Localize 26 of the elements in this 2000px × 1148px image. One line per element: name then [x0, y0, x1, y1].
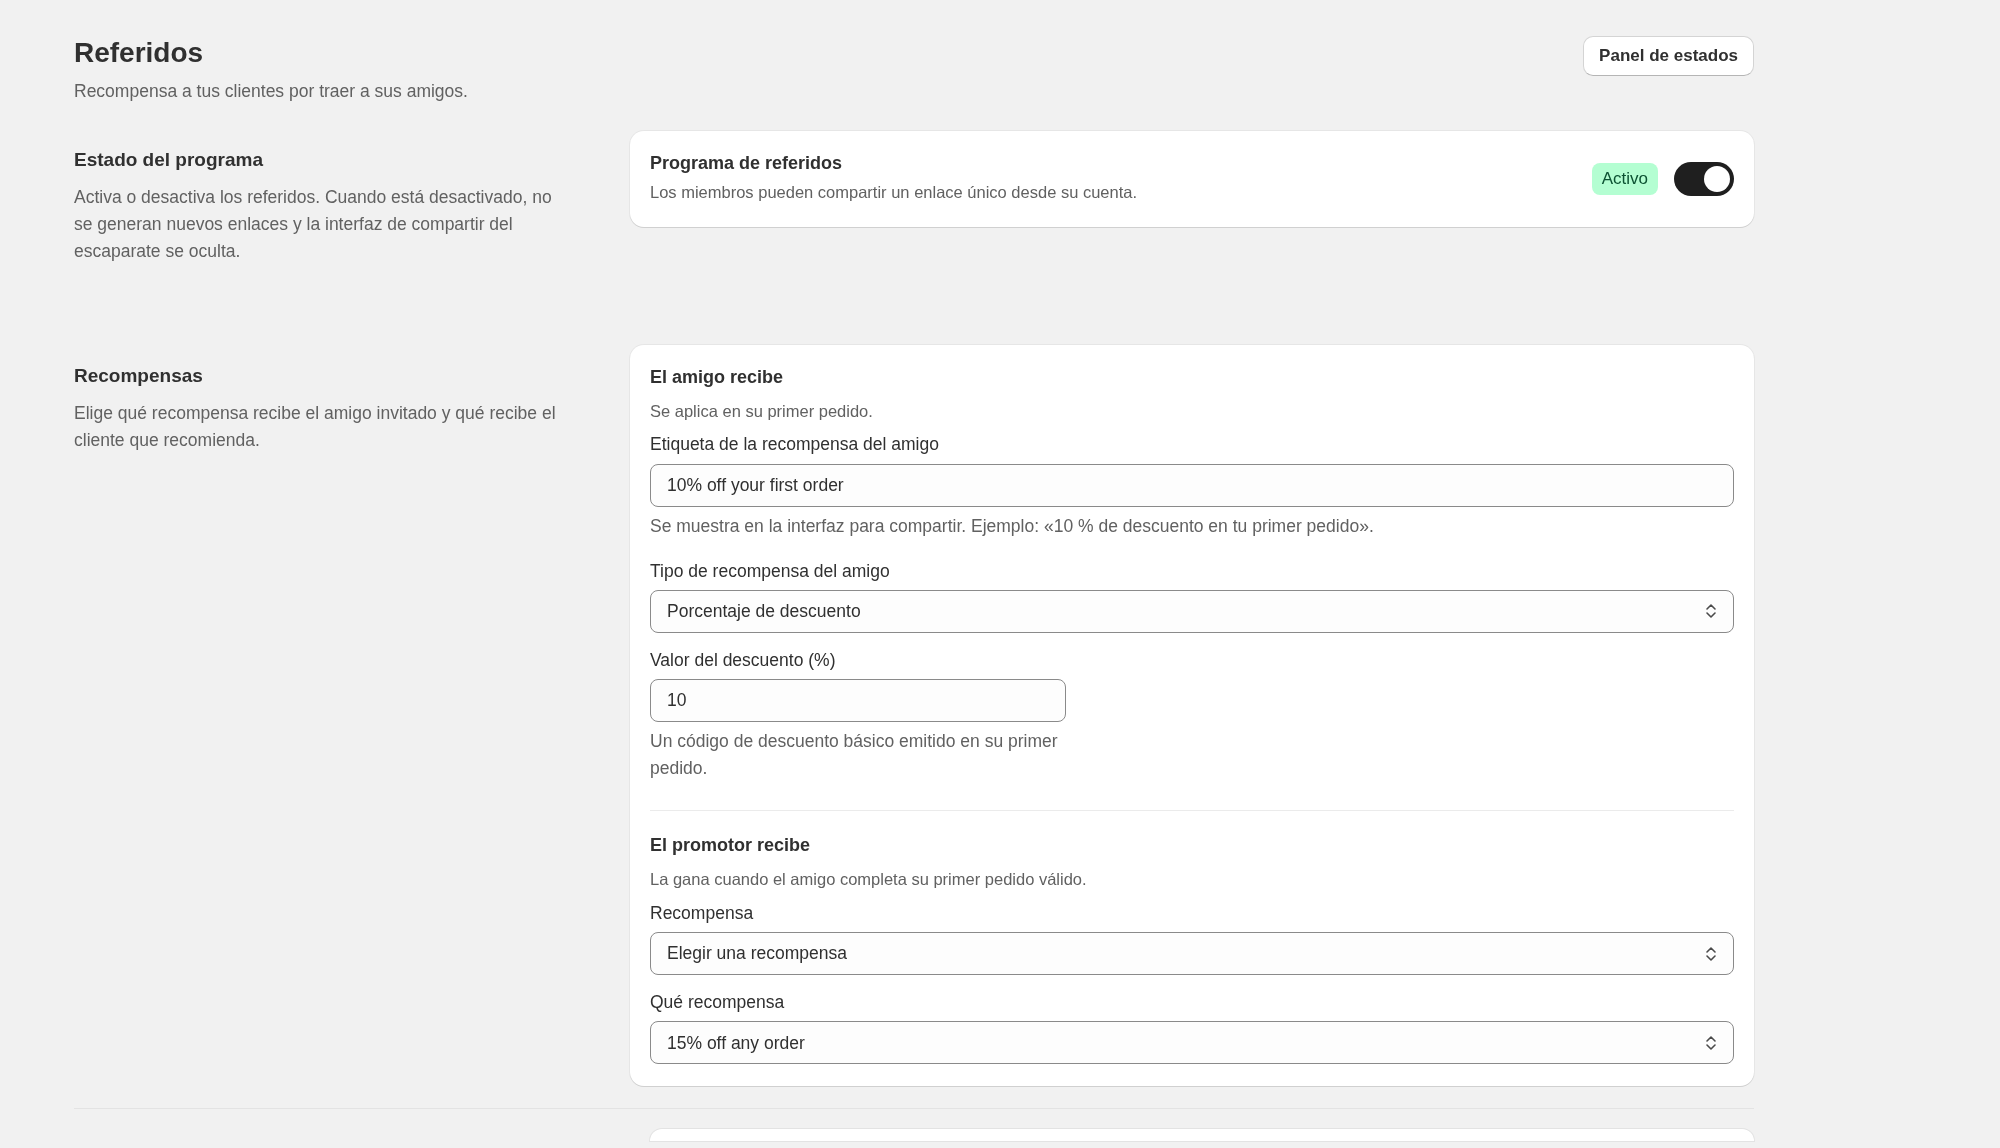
- card-description: Los miembros pueden compartir un enlace único desde su cuenta.: [650, 182, 1138, 204]
- status-panel-button[interactable]: Panel de estados: [1583, 36, 1754, 76]
- select-field[interactable]: Porcentaje de descuento: [650, 590, 1734, 633]
- field-label: Tipo de recompensa del amigo: [650, 559, 891, 583]
- help-text: Un código de descuento básico emitido en su primer pedido.: [650, 730, 1059, 781]
- section-title: Recompensas: [74, 365, 204, 388]
- field-label: Qué recompensa: [650, 991, 786, 1015]
- section-description: Activa o desactiva los referidos. Cuando está desactivado, no se generan nuevos enlaces y la interfaz de compartir del escaparate se oculta.: [74, 185, 553, 263]
- field-label: Recompensa: [650, 901, 755, 925]
- text-field[interactable]: 10: [650, 679, 1066, 723]
- text-field[interactable]: 10% off your first order: [650, 463, 1734, 507]
- group-title: El promotor recibe: [650, 835, 812, 858]
- select-field[interactable]: 15% off any order: [650, 1021, 1734, 1065]
- page-subtitle: Recompensa a tus clientes por traer a sus amigos.: [74, 79, 468, 103]
- page-title: Referidos: [74, 36, 205, 70]
- help-text: Se muestra en la interfaz para compartir. Ejemplo: «10 % de descuento en tu primer pedido».: [650, 514, 1375, 538]
- section-title: Estado del programa: [74, 148, 264, 172]
- field-label: Etiqueta de la recompensa del amigo: [650, 433, 940, 457]
- card-title: Programa de referidos: [650, 152, 844, 175]
- section-description: Elige qué recompensa recibe el amigo invitado y qué recibe el cliente que recomienda.: [74, 401, 557, 452]
- group-description: La gana cuando el amigo completa su primer pedido válido.: [650, 869, 1088, 891]
- select-field[interactable]: Elegir una recompensa: [650, 932, 1734, 976]
- field-label: Valor del descuento (%): [650, 649, 837, 672]
- status-badge: Activo: [1591, 163, 1658, 195]
- group-description: Se aplica en su primer pedido.: [650, 400, 874, 422]
- group-title: El amigo recibe: [650, 367, 785, 389]
